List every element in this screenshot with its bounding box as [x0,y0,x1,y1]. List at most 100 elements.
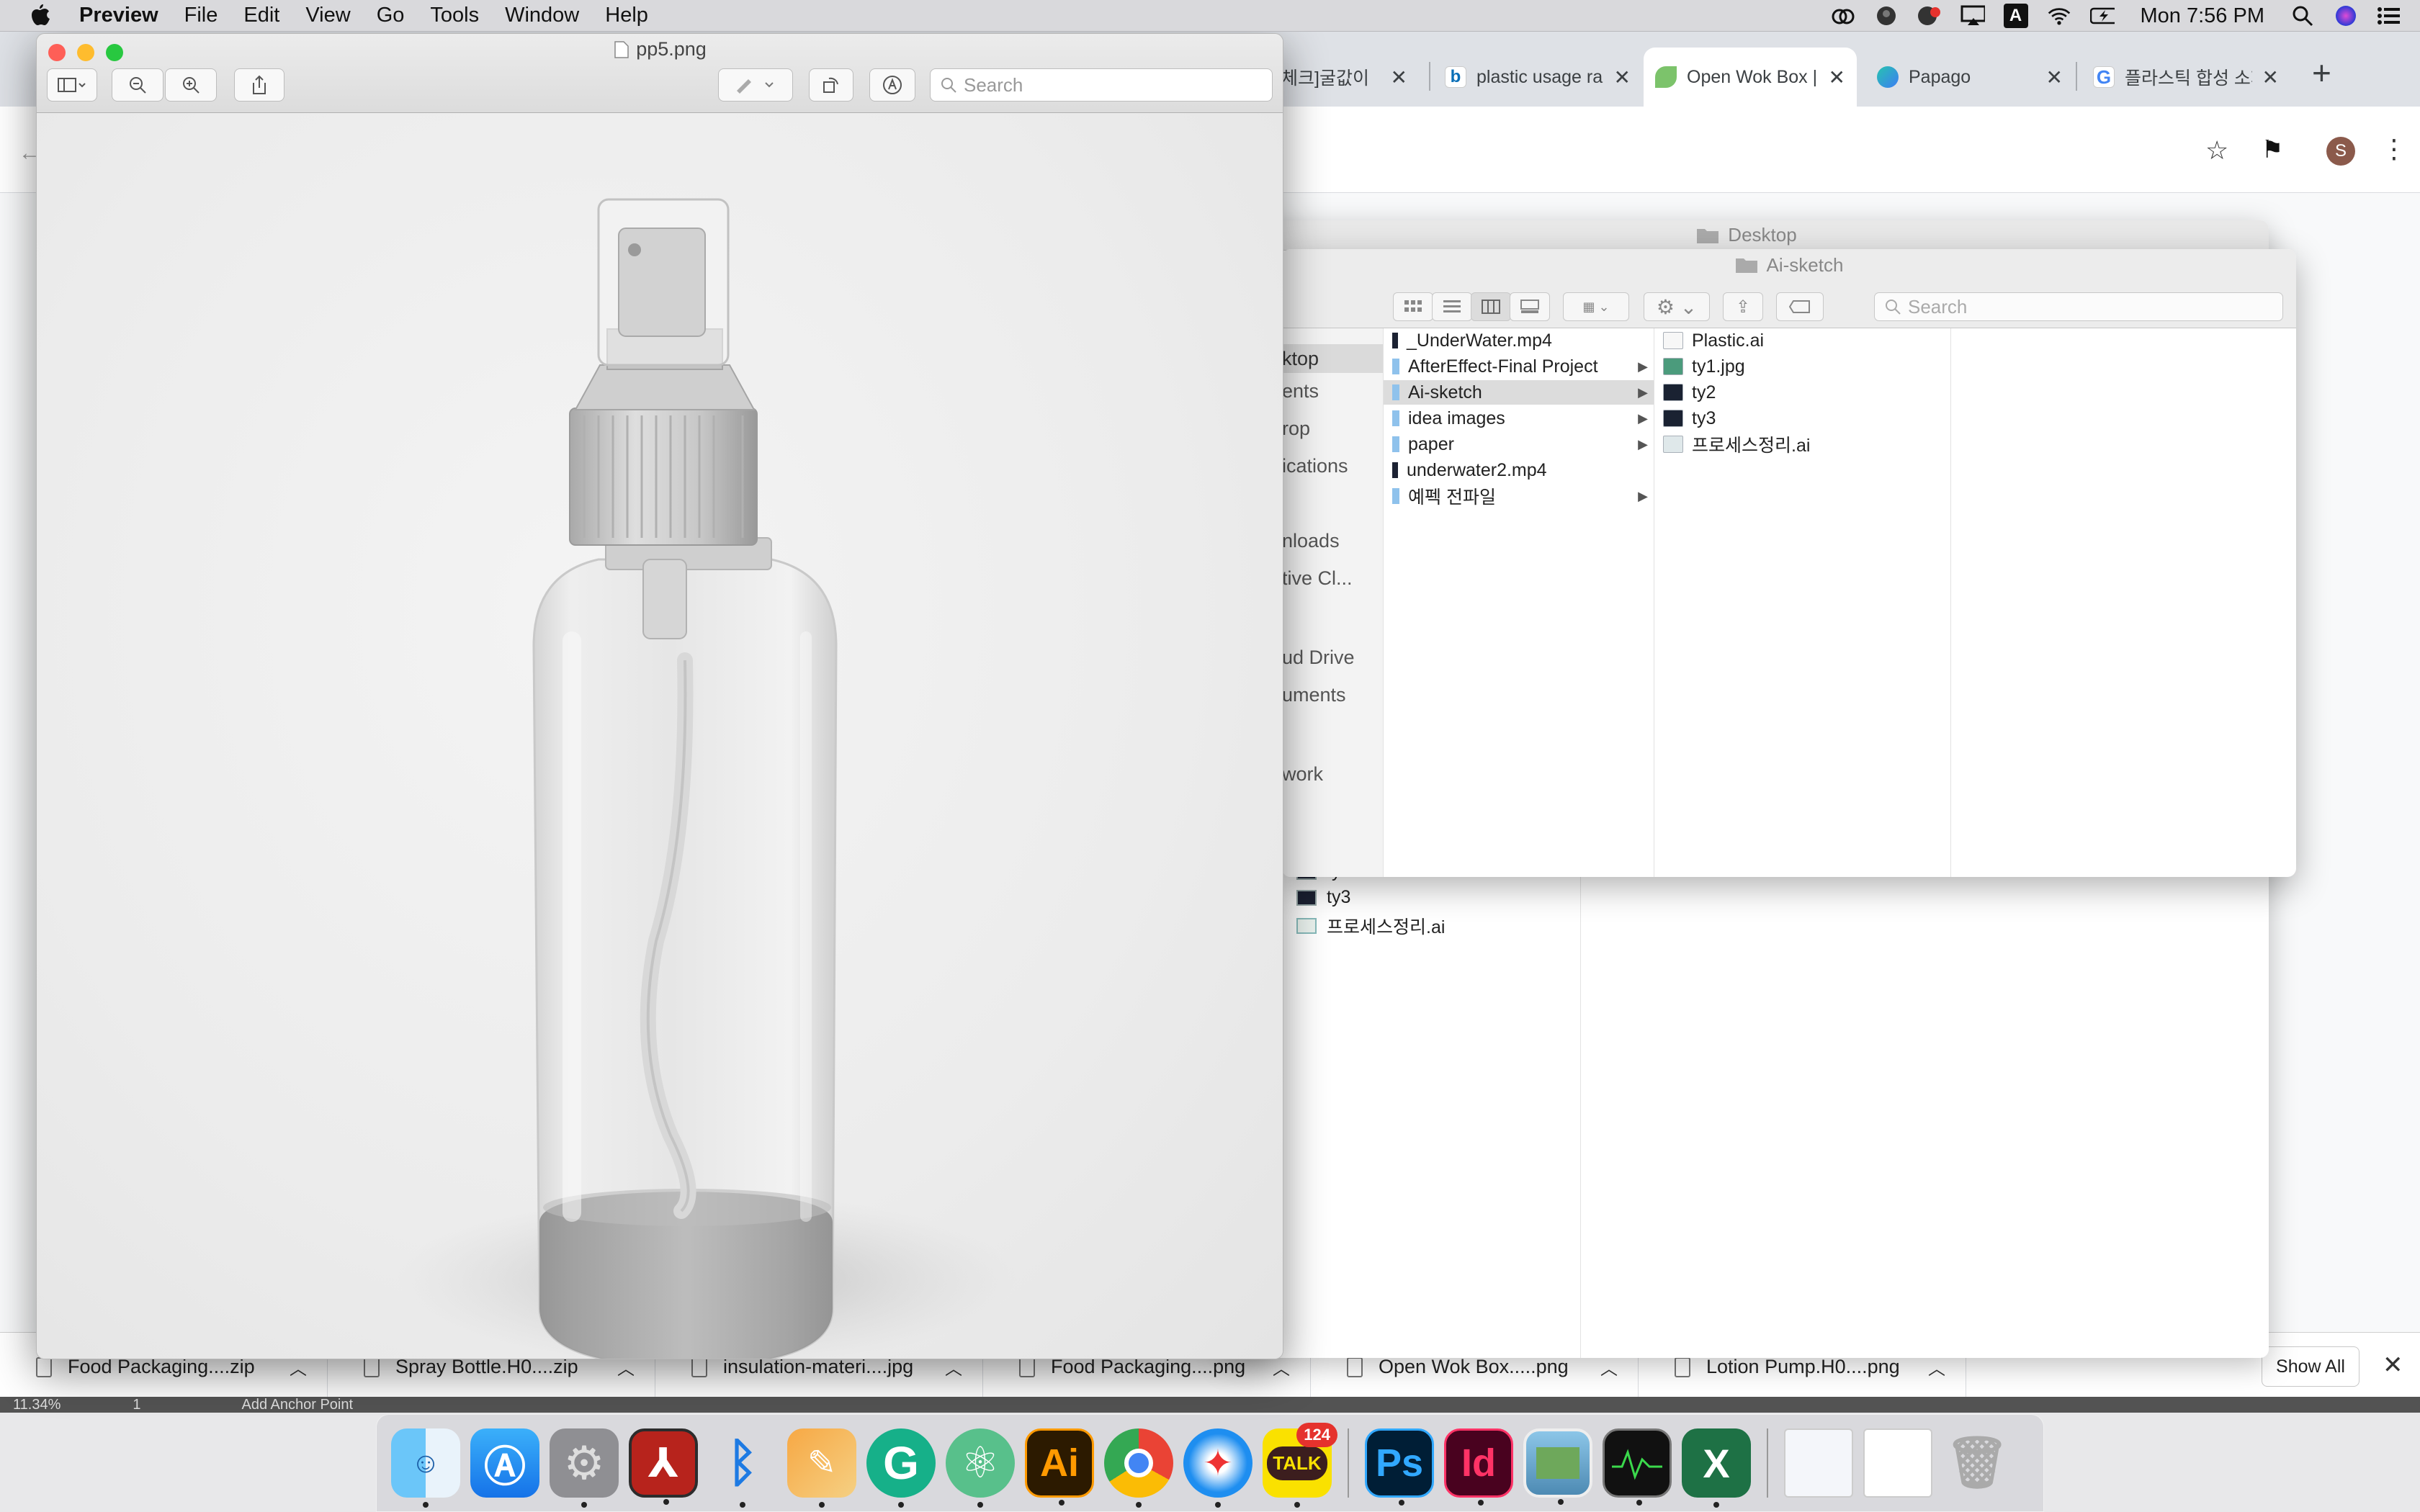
profile-avatar[interactable]: S [2326,137,2355,166]
indesign-icon[interactable]: Id [1444,1428,1513,1506]
battery-charging-icon[interactable] [2089,4,2115,28]
file-name: ty1.jpg [1692,356,1745,377]
chrome-tab-4[interactable]: Papago ✕ [1865,48,2074,107]
list-item[interactable]: underwater2.mp4 [1384,458,1654,482]
kakaotalk-icon[interactable]: TALK 124 [1263,1423,1337,1508]
chrome-icon[interactable] [1104,1428,1173,1508]
tag-button[interactable] [1776,292,1824,321]
safari-icon[interactable]: ✦ [1183,1428,1252,1508]
bluetooth-icon[interactable]: ᛒ [708,1428,777,1508]
chrome-tab-3[interactable]: Open Wok Box | ✕ [1644,48,1857,107]
menu-edit[interactable]: Edit [230,4,292,27]
menu-clock[interactable]: Mon 7:56 PM [2141,4,2264,28]
sidebar-item-applications[interactable]: ications [1282,455,1348,477]
list-item[interactable]: ty1.jpg [1654,354,1950,379]
sidebar-toggle-button[interactable] [47,68,97,102]
new-tab-button[interactable]: + [2312,53,2331,92]
activity-monitor-icon[interactable] [1603,1428,1672,1506]
zoom-level[interactable]: 11.34% [13,1397,60,1413]
airplay-icon[interactable] [1960,4,1985,28]
grammarly-icon[interactable]: G [866,1428,936,1508]
menu-view[interactable]: View [292,4,363,27]
list-item[interactable]: 예펙 전파일 ▶ [1384,484,1654,508]
menu-go[interactable]: Go [364,4,418,27]
list-item[interactable]: paper ▶ [1384,432,1654,456]
menu-window[interactable]: Window [492,4,592,27]
atom-icon[interactable]: ⚛ [946,1428,1015,1508]
action-gear-button[interactable]: ⚙ ⌄ [1644,292,1710,321]
list-item[interactable]: AfterEffect-Final Project ▶ [1384,354,1654,379]
markup-toolbar-button[interactable] [869,68,915,102]
tab-close-icon[interactable]: ✕ [2262,66,2279,89]
artboard-number[interactable]: 1 [133,1397,140,1413]
list-item[interactable]: ty2 [1654,380,1950,405]
tab-close-icon[interactable]: ✕ [1614,66,1631,89]
chrome-menu-icon[interactable]: ⋮ [2381,134,2407,164]
sidebar-item-creative-cloud[interactable]: tive Cl... [1282,567,1353,590]
sidebar-item-network[interactable]: work [1282,763,1323,786]
zoom-out-button[interactable] [112,68,163,102]
sidebar-item-documents[interactable]: uments [1282,684,1346,706]
recent-document-thumbnail[interactable] [1863,1428,1932,1498]
creative-cloud-icon[interactable] [1831,4,1855,28]
gear-icon[interactable]: ⚙ [550,1428,619,1508]
recent-document-thumbnail[interactable] [1784,1428,1853,1498]
list-item-selected[interactable]: Ai-sketch ▶ [1384,380,1654,405]
spotlight-search-icon[interactable] [2290,4,2315,28]
illustrator-icon[interactable]: Ai [1025,1428,1094,1506]
siri-icon[interactable] [2334,4,2358,28]
tab-close-icon[interactable]: ✕ [2046,66,2063,89]
show-all-downloads-button[interactable]: Show All [2262,1346,2360,1387]
gallery-view-button[interactable] [1510,292,1550,321]
close-icon[interactable]: ✕ [2383,1351,2403,1380]
acrobat-icon[interactable]: ⅄ [629,1428,698,1505]
menu-file[interactable]: File [171,4,231,27]
wifi-icon[interactable] [2047,4,2071,28]
trash-icon[interactable]: 🗑 [1942,1428,2012,1498]
input-source-icon[interactable]: A [2003,4,2028,28]
chrome-tab-5[interactable]: G 플라스틱 합성 소재 ✕ [2081,48,2290,107]
list-item[interactable]: Plastic.ai [1654,328,1950,353]
icon-view-button[interactable] [1393,292,1433,321]
finder-search-field[interactable]: Search [1874,292,2283,321]
group-by-button[interactable]: ▦ ⌄ [1563,292,1629,321]
apple-menu-icon[interactable] [0,4,79,28]
sidebar-item-recents[interactable]: ents [1282,380,1319,402]
tab-close-icon[interactable]: ✕ [1391,66,1407,89]
status-dot-icon[interactable] [1874,4,1899,28]
menu-app-name[interactable]: Preview [79,4,171,27]
preview-icon[interactable] [1523,1428,1592,1505]
bookmark-star-icon[interactable]: ☆ [2205,135,2228,166]
chrome-tab-2[interactable]: b plastic usage ra ✕ [1433,48,1642,107]
list-item[interactable]: _UnderWater.mp4 [1384,328,1654,353]
zoom-in-button[interactable] [165,68,217,102]
extension-icon[interactable]: ⚑ [2262,135,2283,164]
appstore-icon[interactable]: Ⓐ [470,1428,539,1498]
list-item[interactable]: 프로세스정리.ai [1296,913,1445,939]
column-view-button[interactable] [1471,292,1511,321]
menu-tools[interactable]: Tools [417,4,492,27]
rotate-button[interactable] [809,68,853,102]
sidebar-item-airdrop[interactable]: rop [1282,418,1310,440]
list-item[interactable]: ty3 [1296,887,1350,908]
list-view-button[interactable] [1432,292,1472,321]
sidebar-item-downloads[interactable]: nloads [1282,530,1340,552]
preview-image-canvas[interactable] [37,113,1283,1359]
notification-center-icon[interactable] [2377,4,2401,28]
markup-pen-button[interactable] [718,68,793,102]
menu-help[interactable]: Help [592,4,661,27]
finder-icon[interactable]: ☺ [391,1428,460,1508]
notification-app-icon[interactable] [1917,4,1942,28]
list-item[interactable]: 프로세스정리.ai [1654,432,1950,456]
tab-close-icon[interactable]: ✕ [1829,66,1845,89]
excel-icon[interactable]: X [1682,1428,1751,1508]
list-item[interactable]: idea images ▶ [1384,406,1654,431]
preview-search-field[interactable]: Search [930,68,1273,102]
photoshop-icon[interactable]: Ps [1365,1428,1434,1506]
sidebar-item-desktop[interactable]: ktop [1282,344,1383,373]
share-button[interactable]: ⇪ [1723,292,1763,321]
pages-icon[interactable]: ✎ [787,1428,856,1508]
list-item[interactable]: ty3 [1654,406,1950,431]
sidebar-item-icloud-drive[interactable]: ud Drive [1282,647,1355,669]
share-button[interactable] [234,68,284,102]
